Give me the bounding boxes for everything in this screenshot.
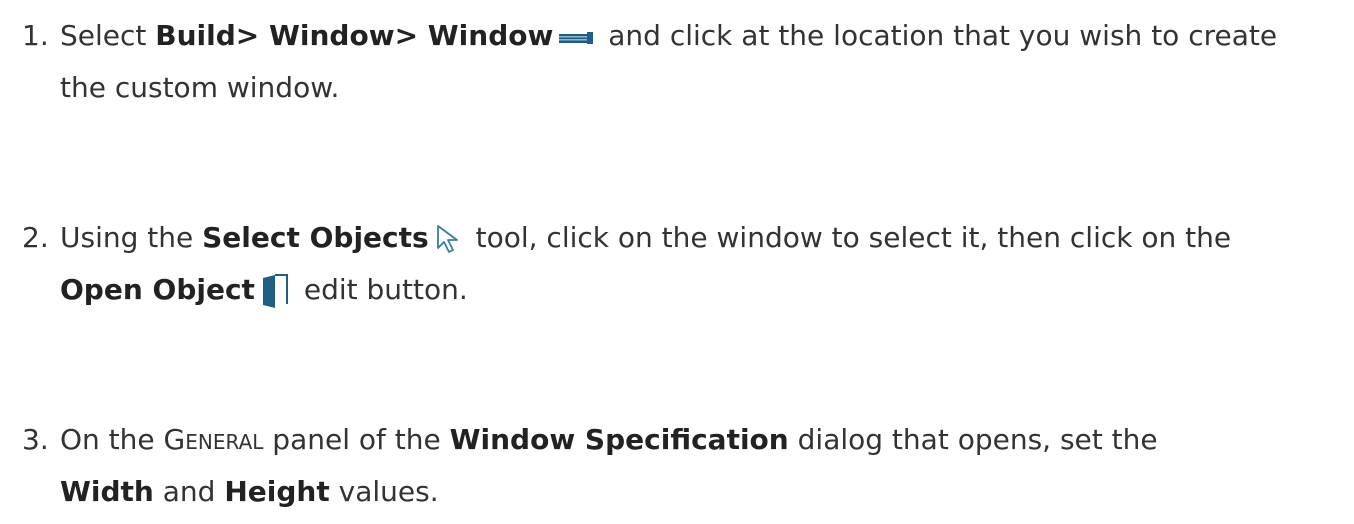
- window-tool-icon: [559, 29, 594, 45]
- step-text: and: [153, 475, 225, 508]
- step-text-line2: Open Object edit button.: [22, 264, 1342, 316]
- panel-name: General: [163, 423, 264, 456]
- step-2: 2. Using the Select Objects tool, click o…: [22, 212, 1342, 316]
- step-text: Using the: [60, 221, 203, 254]
- button-name: Open Object: [60, 273, 255, 306]
- dialog-name: Window Specification: [449, 423, 789, 456]
- step-number: 2.: [22, 221, 49, 254]
- step-text: panel of the: [263, 423, 450, 456]
- step-number: 3.: [22, 423, 49, 456]
- step-number: 1.: [22, 19, 49, 52]
- step-text: values.: [329, 475, 439, 508]
- tool-name: Select Objects: [202, 221, 429, 254]
- step-text: dialog that opens, set the: [788, 423, 1158, 456]
- open-object-door-icon: [261, 274, 289, 308]
- step-text-line2: the custom window.: [60, 71, 340, 104]
- step-1: 1. Select Build> Window> Window and click…: [22, 10, 1342, 114]
- step-text: Select: [60, 19, 156, 52]
- field-width: Width: [60, 475, 154, 508]
- step-text: and click at the location that you wish …: [599, 19, 1278, 52]
- step-text: edit button.: [294, 273, 468, 306]
- field-height: Height: [224, 475, 330, 508]
- menu-path: Build> Window> Window: [155, 19, 554, 52]
- step-text-line2: Width and Height values.: [22, 466, 1342, 518]
- step-text: tool, click on the window to select it, …: [466, 221, 1232, 254]
- step-3: 3. On the General panel of the Window Spe…: [22, 414, 1342, 518]
- step-text: On the: [60, 423, 164, 456]
- select-objects-arrow-icon: [435, 224, 461, 254]
